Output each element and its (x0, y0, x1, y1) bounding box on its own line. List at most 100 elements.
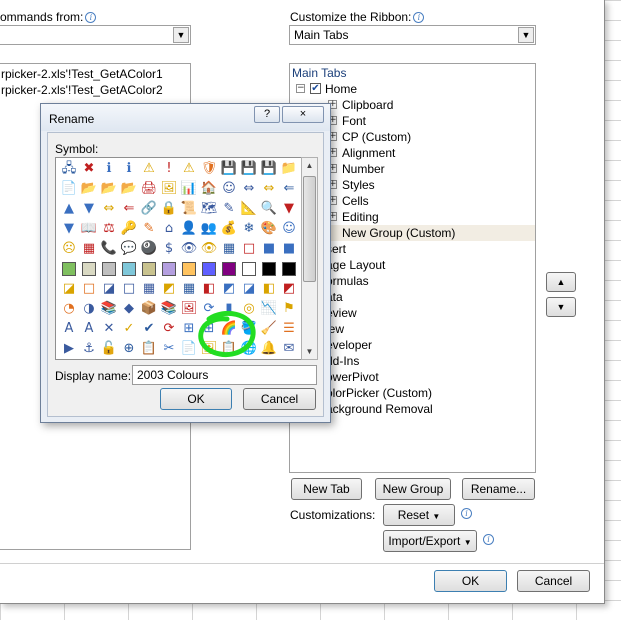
symbol-cell[interactable]: ⇐ (280, 180, 298, 198)
symbol-cell[interactable]: ⚖ (100, 220, 118, 238)
symbol-cell[interactable]: ⇐ (120, 200, 138, 218)
symbol-cell[interactable]: ☺ (280, 220, 298, 238)
symbol-cell[interactable]: ▦ (80, 240, 98, 258)
move-up-button[interactable]: ▲ (546, 272, 576, 292)
symbol-cell[interactable]: ⚠ (140, 160, 158, 178)
symbol-cell[interactable]: ℹ (120, 160, 138, 178)
symbol-cell[interactable]: 📁 (280, 160, 298, 178)
symbol-cell[interactable]: 🔑 (120, 220, 138, 238)
symbol-cell[interactable]: ✕ (100, 320, 118, 338)
symbol-cell[interactable]: ▦ (180, 280, 198, 298)
new-group-button[interactable]: New Group (375, 478, 451, 500)
symbol-cell[interactable]: ▦ (140, 280, 158, 298)
symbol-cell[interactable]: ☹ (60, 240, 78, 258)
symbol-cell[interactable]: 📐 (240, 200, 258, 218)
symbol-cell[interactable]: 🧹 (260, 320, 278, 338)
new-tab-button[interactable]: New Tab (291, 478, 362, 500)
symbol-cell[interactable]: ✎ (220, 200, 238, 218)
commands-from-combo[interactable]: ▼ (0, 25, 191, 45)
symbol-cell[interactable]: ◆ (120, 300, 138, 318)
list-item[interactable]: rpicker-2.xls'!Test_GetAColor1 (1, 66, 163, 82)
symbol-cell[interactable]: ⚑ (280, 300, 298, 318)
symbol-cell[interactable]: ✖ (80, 160, 98, 178)
symbol-cell[interactable]: 🖼 (160, 180, 178, 198)
symbol-cell[interactable]: ◑ (80, 300, 98, 318)
symbol-cell[interactable]: 📂 (80, 180, 98, 198)
symbol-cell[interactable]: ✔ (140, 320, 158, 338)
rename-button[interactable]: Rename... (462, 478, 535, 500)
symbol-cell[interactable]: ◩ (160, 280, 178, 298)
symbol-cell[interactable]: ▼ (60, 220, 78, 238)
color-swatch[interactable] (142, 262, 156, 276)
symbol-cell[interactable]: □ (240, 240, 258, 258)
symbol-cell[interactable]: 🖨 (140, 180, 158, 198)
symbol-cell[interactable]: ◪ (100, 280, 118, 298)
rename-ok-button[interactable]: OK (160, 388, 232, 410)
scroll-down-icon[interactable]: ▼ (302, 344, 317, 359)
symbol-cell[interactable]: ⌂ (160, 220, 178, 238)
checkbox[interactable]: ✔ (310, 83, 321, 94)
symbol-cell[interactable]: ▶ (60, 340, 78, 358)
symbol-cell[interactable]: 👤 (180, 220, 198, 238)
symbol-cell[interactable]: 💾 (260, 160, 278, 178)
color-swatch[interactable] (282, 262, 296, 276)
symbol-cell[interactable]: ▦ (220, 240, 238, 258)
symbol-cell[interactable]: □ (120, 280, 138, 298)
symbol-cell[interactable]: 🏠 (200, 180, 218, 198)
scroll-up-icon[interactable]: ▲ (302, 158, 317, 173)
symbol-cell[interactable]: 📜 (180, 200, 198, 218)
list-item[interactable]: rpicker-2.xls'!Test_GetAColor2 (1, 82, 163, 98)
symbol-cell[interactable]: ▼ (280, 200, 298, 218)
customize-ribbon-combo[interactable]: Main Tabs ▼ (289, 25, 536, 45)
symbol-cell[interactable]: ▼ (80, 200, 98, 218)
symbol-cell[interactable]: 📚 (100, 300, 118, 318)
symbol-cell[interactable]: ⊕ (120, 340, 138, 358)
symbol-cell[interactable]: 📦 (140, 300, 158, 318)
symbol-cell[interactable]: ✓ (120, 320, 138, 338)
symbol-cell[interactable]: ◧ (200, 280, 218, 298)
chevron-down-icon[interactable]: ▼ (173, 27, 189, 43)
symbol-cell[interactable]: ⇔ (240, 180, 258, 198)
symbol-cell[interactable]: ⇔ (260, 180, 278, 198)
color-swatch[interactable] (222, 262, 236, 276)
reset-button[interactable]: Reset ▼ (383, 504, 455, 526)
ok-button[interactable]: OK (434, 570, 507, 592)
symbol-cell[interactable]: ⚠ (180, 160, 198, 178)
symbol-cell[interactable]: ✉ (280, 340, 298, 358)
scroll-thumb[interactable] (303, 176, 316, 282)
color-swatch[interactable] (62, 262, 76, 276)
import-export-button[interactable]: Import/Export ▼ (383, 530, 477, 552)
symbol-cell[interactable]: 📉 (260, 300, 278, 318)
symbol-cell[interactable]: ⚓ (80, 340, 98, 358)
symbol-cell[interactable]: 📚 (160, 300, 178, 318)
symbol-cell[interactable]: 🎱 (140, 240, 158, 258)
symbol-cell[interactable]: 💰 (220, 220, 238, 238)
symbol-cell[interactable]: ✎ (140, 220, 158, 238)
close-button[interactable]: × (282, 106, 324, 123)
symbol-cell[interactable]: ▲ (60, 200, 78, 218)
symbol-cell[interactable]: 💾 (240, 160, 258, 178)
symbol-cell[interactable]: 👥 (200, 220, 218, 238)
symbol-cell[interactable]: ☺ (220, 180, 238, 198)
symbol-cell[interactable]: A (80, 320, 98, 338)
symbol-cell[interactable]: ☰ (280, 320, 298, 338)
tree-item[interactable]: − ✔ Home (290, 81, 535, 97)
symbol-cell[interactable]: 🛡 (200, 160, 218, 178)
color-swatch[interactable] (242, 262, 256, 276)
symbol-cell[interactable]: 📂 (100, 180, 118, 198)
color-swatch[interactable] (202, 262, 216, 276)
color-swatch[interactable] (262, 262, 276, 276)
symbol-cell[interactable]: 🔒 (160, 200, 178, 218)
symbol-cell[interactable]: ◩ (220, 280, 238, 298)
symbol-cell[interactable]: 📂 (120, 180, 138, 198)
symbol-cell[interactable]: 🎨 (260, 220, 278, 238)
symbol-cell[interactable]: $ (160, 240, 178, 258)
symbol-cell[interactable]: ⟳ (160, 320, 178, 338)
color-swatch[interactable] (82, 262, 96, 276)
help-button[interactable]: ? (254, 106, 280, 123)
symbol-cell[interactable]: ◔ (60, 300, 78, 318)
color-swatch[interactable] (162, 262, 176, 276)
symbol-cell[interactable]: ◪ (240, 280, 258, 298)
symbol-cell[interactable]: ⇔ (100, 200, 118, 218)
symbol-cell[interactable]: ◧ (260, 280, 278, 298)
